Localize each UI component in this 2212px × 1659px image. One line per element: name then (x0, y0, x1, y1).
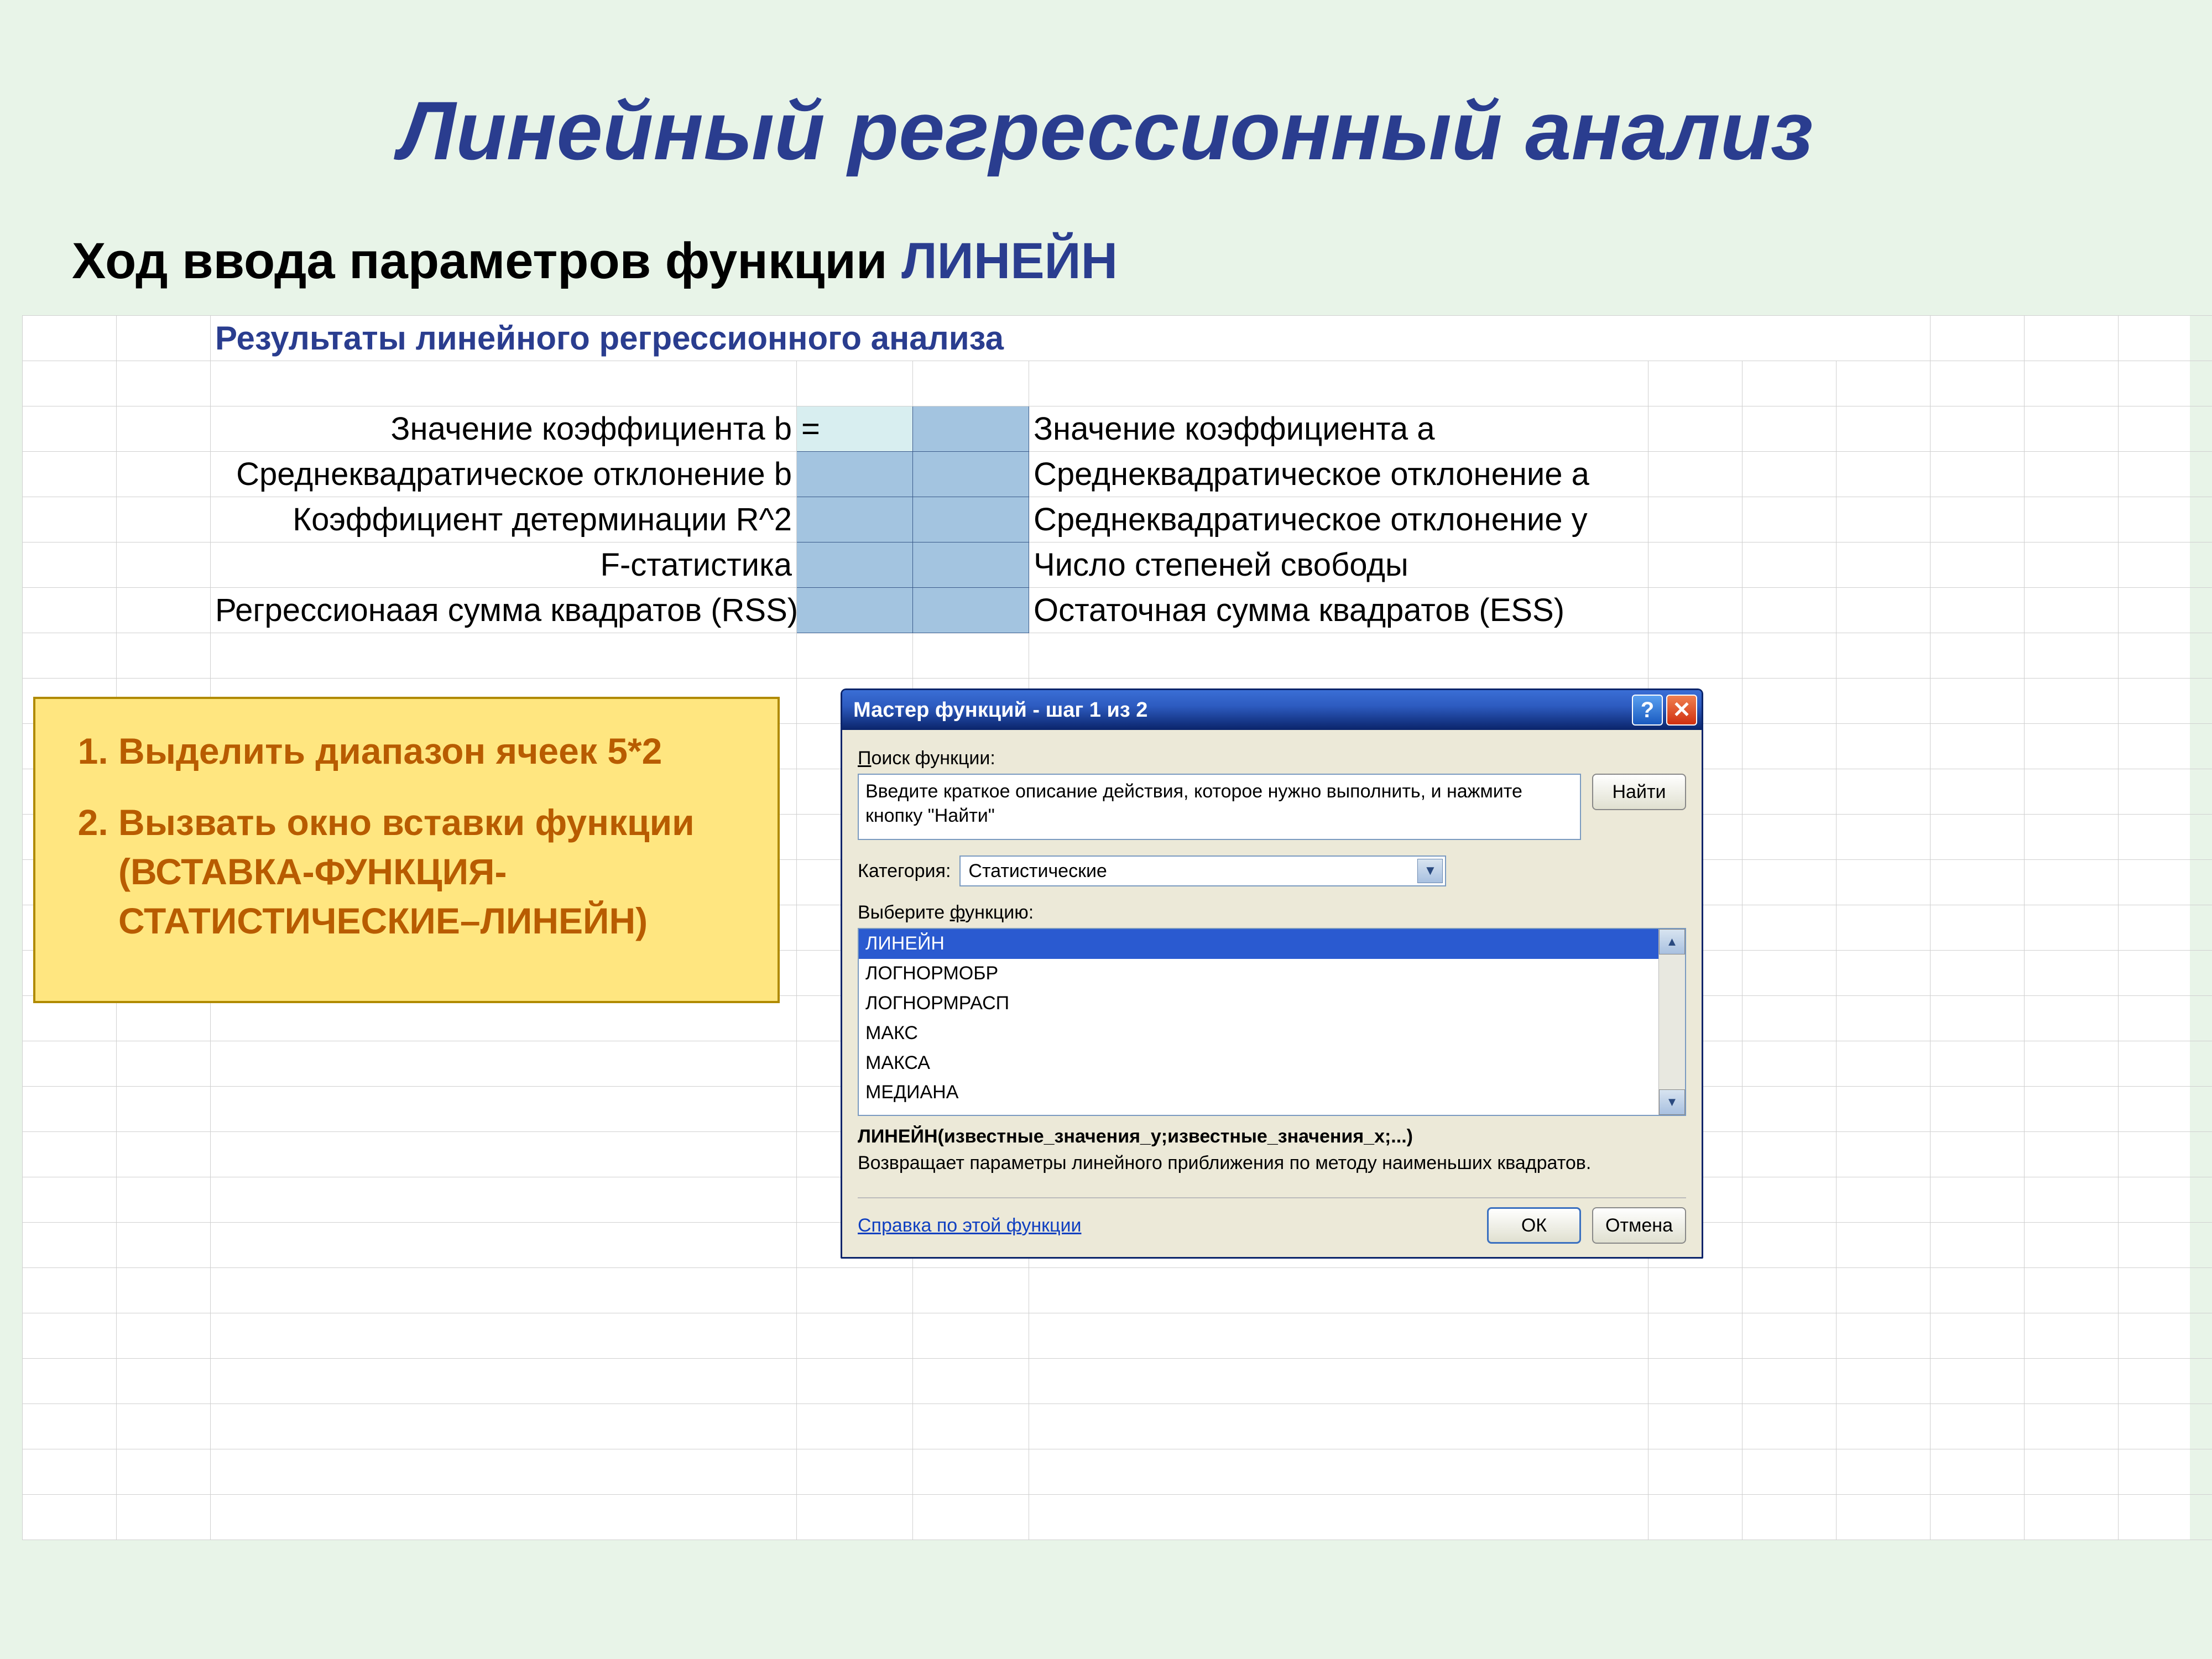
table-row: Значение коэффициента b = Значение коэфф… (23, 406, 2212, 452)
row-right-label: Число степеней свободы (1029, 542, 1648, 588)
slide-title: Линейный регрессионный анализ (55, 83, 2157, 179)
table-row: F-статистика Число степеней свободы (23, 542, 2212, 588)
help-icon[interactable]: ? (1632, 695, 1663, 726)
dialog-titlebar[interactable]: Мастер функций - шаг 1 из 2 ? ✕ (842, 690, 1702, 730)
row-right-label: Среднеквадратическое отклонение a (1029, 452, 1648, 497)
selected-cell[interactable] (913, 542, 1029, 588)
selected-cell[interactable] (913, 452, 1029, 497)
scroll-down-icon[interactable]: ▼ (1659, 1089, 1685, 1115)
row-right-label: Среднеквадратическое отклонение y (1029, 497, 1648, 542)
row-left-label: Коэффициент детерминации R^2 (211, 497, 797, 542)
sheet-header: Результаты линейного регрессионного анал… (211, 316, 1931, 361)
row-left-label: F-статистика (211, 542, 797, 588)
selected-cell[interactable] (913, 406, 1029, 452)
find-button[interactable]: Найти (1592, 774, 1686, 810)
row-left-label: Среднеквадратическое отклонение b (211, 452, 797, 497)
subtitle-function-name: ЛИНЕЙН (901, 233, 1118, 289)
instruction-step-1: Выделить диапазон ячеек 5*2 (118, 727, 755, 776)
table-row: Коэффициент детерминации R^2 Среднеквадр… (23, 497, 2212, 542)
selected-cell[interactable] (797, 497, 913, 542)
function-listbox[interactable]: ЛИНЕЙН ЛОГНОРМОБР ЛОГНОРМРАСП МАКС МАКСА… (858, 928, 1686, 1116)
ok-button[interactable]: ОК (1487, 1207, 1581, 1244)
list-item[interactable]: МИН (859, 1108, 1685, 1116)
category-label: Категория: (858, 860, 951, 882)
row-right-label: Остаточная сумма квадратов (ESS) (1029, 588, 1648, 633)
list-item[interactable]: МАКС (859, 1019, 1685, 1048)
table-row: Среднеквадратическое отклонение b Средне… (23, 452, 2212, 497)
instruction-step-2: Вызвать окно вставки функции (ВСТАВКА-ФУ… (118, 798, 755, 946)
list-item[interactable]: ЛОГНОРМРАСП (859, 989, 1685, 1019)
close-icon[interactable]: ✕ (1666, 695, 1697, 726)
function-description: Возвращает параметры линейного приближен… (858, 1151, 1686, 1175)
selected-cell[interactable] (913, 588, 1029, 633)
list-item[interactable]: МЕДИАНА (859, 1078, 1685, 1108)
selected-cell[interactable]: = (797, 406, 913, 452)
selected-cell[interactable] (797, 542, 913, 588)
row-left-label: Регрессионаая сумма квадратов (RSS) (211, 588, 797, 633)
selected-cell[interactable] (913, 497, 1029, 542)
list-item[interactable]: ЛОГНОРМОБР (859, 959, 1685, 989)
scrollbar[interactable]: ▲ ▼ (1658, 929, 1685, 1115)
instructions-callout: Выделить диапазон ячеек 5*2 Вызвать окно… (33, 697, 780, 1003)
row-left-label: Значение коэффициента b (211, 406, 797, 452)
function-syntax: ЛИНЕЙН(известные_значения_y;известные_зн… (858, 1126, 1686, 1147)
scrollbar-track[interactable] (1659, 954, 1685, 1089)
help-link[interactable]: Справка по этой функции (858, 1215, 1476, 1237)
list-item[interactable]: ЛИНЕЙН (859, 929, 1685, 959)
category-combobox[interactable]: Статистические ▼ (959, 855, 1446, 886)
dialog-title: Мастер функций - шаг 1 из 2 (853, 698, 1629, 722)
search-label: Поиск функции: (858, 748, 995, 769)
subtitle-prefix: Ход ввода параметров функции (72, 233, 901, 289)
selected-cell[interactable] (797, 452, 913, 497)
scroll-up-icon[interactable]: ▲ (1659, 929, 1685, 954)
list-item[interactable]: МАКСА (859, 1048, 1685, 1078)
category-value: Статистические (968, 860, 1107, 882)
function-wizard-dialog: Мастер функций - шаг 1 из 2 ? ✕ Поиск фу… (841, 688, 1703, 1259)
table-row: Регрессионаая сумма квадратов (RSS) Оста… (23, 588, 2212, 633)
row-right-label: Значение коэффициента a (1029, 406, 1648, 452)
slide-subtitle: Ход ввода параметров функции ЛИНЕЙН (72, 232, 1118, 290)
select-function-label: Выберите функцию: (858, 902, 1034, 924)
cancel-button[interactable]: Отмена (1592, 1207, 1686, 1244)
search-input[interactable]: Введите краткое описание действия, котор… (858, 774, 1581, 840)
divider (858, 1197, 1686, 1198)
chevron-down-icon[interactable]: ▼ (1417, 859, 1443, 883)
selected-cell[interactable] (797, 588, 913, 633)
